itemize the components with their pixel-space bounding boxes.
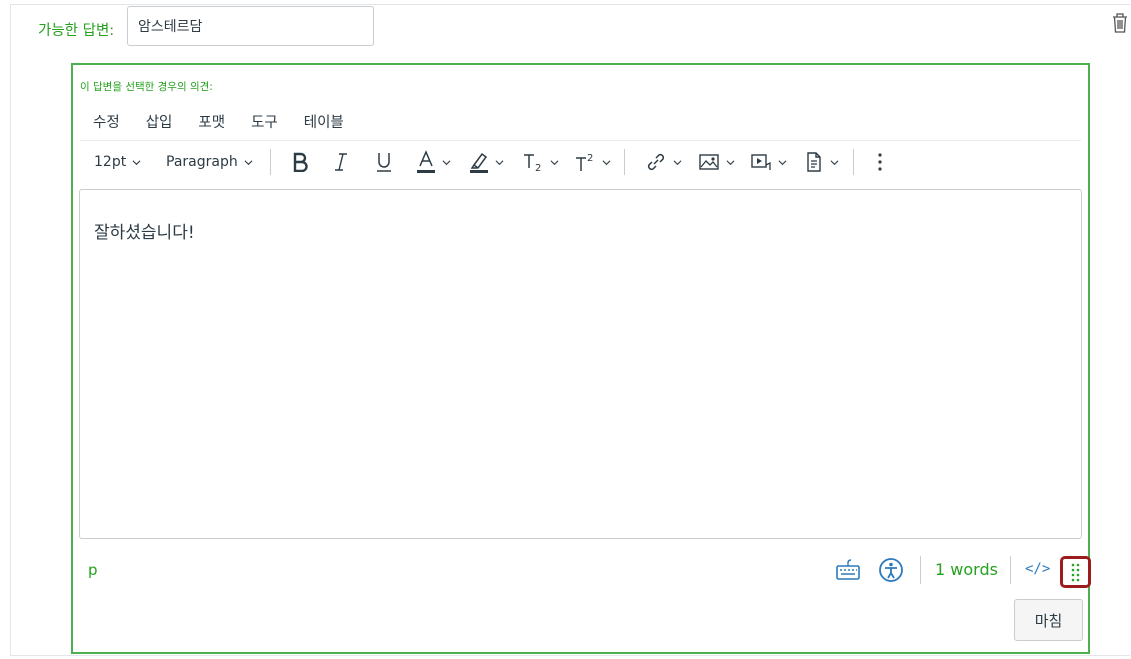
svg-text:2: 2 (587, 153, 593, 164)
chevron-down-icon (495, 159, 504, 165)
keyboard-icon[interactable] (834, 556, 862, 584)
chevron-down-icon (830, 159, 839, 165)
link-button[interactable] (645, 147, 682, 177)
subscript-icon: 2 (524, 154, 541, 173)
chevron-down-icon (550, 159, 559, 165)
link-icon (647, 153, 665, 171)
image-button[interactable] (698, 147, 735, 177)
block-format-select[interactable]: Paragraph (166, 147, 253, 177)
resize-handle[interactable] (1060, 556, 1091, 588)
possible-answer-input[interactable] (127, 6, 374, 46)
chevron-down-icon (778, 159, 787, 165)
svg-text:2: 2 (535, 163, 541, 173)
chevron-down-icon (673, 159, 682, 165)
highlight-button[interactable] (469, 147, 504, 177)
font-size-select[interactable]: 12pt (94, 147, 141, 177)
media-button[interactable] (750, 147, 787, 177)
editor-menubar: 수정 삽입 포맷 도구 테이블 (80, 108, 1081, 140)
html-editor-toggle[interactable]: </> (1025, 561, 1050, 577)
menu-tools[interactable]: 도구 (238, 108, 291, 140)
menubar-divider (80, 140, 1081, 141)
text-color-icon (417, 150, 435, 173)
image-icon (699, 154, 719, 170)
superscript-button[interactable]: 2 (574, 147, 611, 177)
bold-icon (293, 152, 308, 172)
document-button[interactable] (804, 147, 839, 177)
editor-toolbar: 12pt Paragraph 2 2 (80, 143, 1081, 181)
more-button[interactable] (876, 147, 884, 177)
chevron-down-icon (726, 159, 735, 165)
statusbar-divider (920, 556, 921, 584)
statusbar-divider (1010, 556, 1011, 584)
chevron-down-icon (442, 159, 451, 165)
more-icon (878, 153, 882, 171)
comment-label: 이 답변을 선택한 경우의 의견: (80, 81, 213, 93)
superscript-icon: 2 (576, 153, 593, 171)
bold-button[interactable] (291, 147, 309, 177)
rich-text-editor-area[interactable]: 잘하셨습니다! (79, 189, 1082, 539)
resize-grip-icon (1071, 563, 1080, 582)
text-color-button[interactable] (416, 147, 451, 177)
highlight-icon (470, 152, 488, 173)
chevron-down-icon (132, 159, 141, 165)
underline-button[interactable] (375, 147, 393, 177)
trash-icon[interactable] (1111, 12, 1129, 34)
menu-edit[interactable]: 수정 (80, 108, 133, 140)
underline-icon (377, 153, 391, 172)
toolbar-divider (270, 149, 271, 175)
possible-answer-label: 가능한 답변: (38, 23, 115, 39)
toolbar-divider (624, 149, 625, 175)
accessibility-icon[interactable] (877, 556, 905, 584)
editor-content: 잘하셨습니다! (94, 223, 195, 243)
toolbar-divider (853, 149, 854, 175)
media-icon (751, 154, 771, 170)
chevron-down-icon (244, 159, 253, 165)
font-size-value: 12pt (94, 154, 127, 170)
italic-icon (335, 153, 347, 171)
document-icon (807, 152, 821, 172)
block-format-value: Paragraph (166, 154, 238, 170)
italic-button[interactable] (333, 147, 349, 177)
menu-format[interactable]: 포맷 (185, 108, 238, 140)
element-path[interactable]: p (88, 561, 98, 579)
chevron-down-icon (602, 159, 611, 165)
subscript-button[interactable]: 2 (522, 147, 559, 177)
done-button[interactable]: 마침 (1014, 599, 1083, 641)
menu-table[interactable]: 테이블 (291, 108, 357, 140)
word-count[interactable]: 1 words (935, 560, 998, 579)
menu-insert[interactable]: 삽입 (133, 108, 186, 140)
